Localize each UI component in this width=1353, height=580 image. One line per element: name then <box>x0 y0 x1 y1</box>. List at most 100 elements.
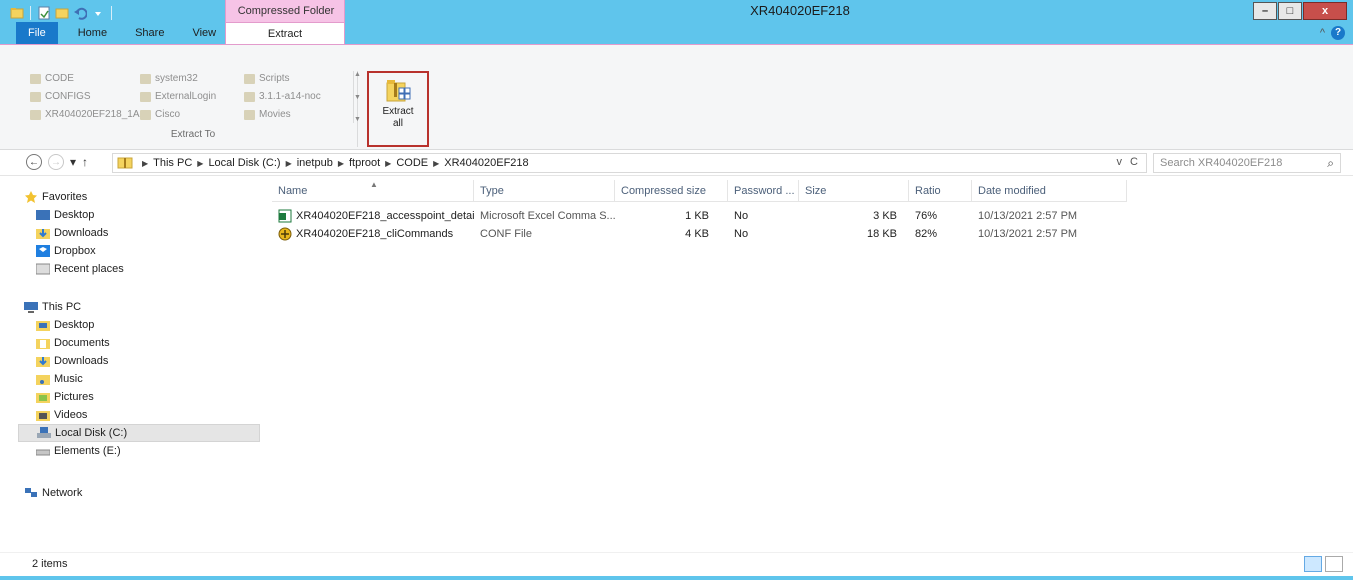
collapse-ribbon-icon[interactable]: ^ <box>1320 27 1325 39</box>
properties-icon[interactable] <box>37 6 51 20</box>
file-ratio: 82% <box>915 228 938 240</box>
file-date-modified: 10/13/2021 2:57 PM <box>978 228 1078 240</box>
minimize-button[interactable]: – <box>1253 2 1277 20</box>
close-button[interactable]: x <box>1303 2 1347 20</box>
column-header-size[interactable]: Size <box>799 180 909 202</box>
extract-folder-movies[interactable]: Movies <box>244 107 348 122</box>
nav-pc-pictures[interactable]: Pictures <box>18 388 260 406</box>
extract-folder-scripts[interactable]: Scripts <box>244 71 348 86</box>
extract-folder-code[interactable]: CODE <box>30 71 140 86</box>
tab-home[interactable]: Home <box>64 22 121 44</box>
address-controls: v C <box>1117 156 1138 168</box>
scroll-up-icon[interactable]: ▲ <box>354 71 361 78</box>
column-header-date-modified[interactable]: Date modified <box>972 180 1127 202</box>
extract-folder-configs[interactable]: CONFIGS <box>30 89 140 104</box>
downloads-icon <box>36 355 50 367</box>
file-name: XR404020EF218_cliCommands <box>296 228 454 240</box>
table-row[interactable]: XR404020EF218_accesspoint_details Micros… <box>272 207 1127 225</box>
folder-icon <box>140 73 151 84</box>
search-icon[interactable]: ⌕ <box>1327 156 1334 171</box>
column-header-compressed-size[interactable]: Compressed size <box>615 180 728 202</box>
tab-file[interactable]: File <box>16 22 58 44</box>
customize-toolbar-icon[interactable] <box>91 6 105 20</box>
recent-locations-icon[interactable]: ▾ <box>70 155 76 169</box>
window-controls: – □ x <box>1253 2 1347 20</box>
back-button[interactable]: ← <box>26 154 42 170</box>
status-bar: 2 items <box>0 552 1353 576</box>
pictures-icon <box>36 391 50 403</box>
folder-location-icon <box>117 155 133 172</box>
nav-fav-recent[interactable]: Recent places <box>18 260 260 278</box>
window-bottom-border <box>0 576 1353 580</box>
breadcrumb-this-pc[interactable]: This PC <box>153 157 192 169</box>
extract-to-group: CODE system32 Scripts CONFIGS ExternalLo… <box>28 71 361 147</box>
ribbon-extract-panel: CODE system32 Scripts CONFIGS ExternalLo… <box>0 44 1353 150</box>
extract-folder-system32[interactable]: system32 <box>140 71 244 86</box>
nav-pc-documents[interactable]: Documents <box>18 334 260 352</box>
file-password: No <box>734 210 749 222</box>
scroll-down-icon[interactable]: ▼ <box>354 94 361 101</box>
nav-fav-dropbox[interactable]: Dropbox <box>18 242 260 260</box>
address-bar[interactable]: ▶ This PC ▶ Local Disk (C:) ▶ inetpub ▶ … <box>112 153 1147 173</box>
large-icons-view-icon[interactable] <box>1325 556 1343 572</box>
file-size: 3 KB <box>873 210 897 222</box>
folder-icon <box>140 109 151 120</box>
breadcrumb-current[interactable]: XR404020EF218 <box>444 157 528 169</box>
refresh-icon[interactable]: C <box>1130 156 1138 168</box>
column-header-ratio[interactable]: Ratio <box>909 180 972 202</box>
undo-icon[interactable] <box>73 6 88 20</box>
recent-places-icon <box>35 263 51 275</box>
nav-pc-music[interactable]: Music <box>18 370 260 388</box>
extract-folder-noc[interactable]: 3.1.1-a14-noc <box>244 89 348 104</box>
folder-icon <box>30 91 41 102</box>
ribbon-tabs: File Home Share View <box>0 22 230 44</box>
tab-share[interactable]: Share <box>121 22 178 44</box>
breadcrumb-code[interactable]: CODE <box>396 157 428 169</box>
tab-extract[interactable]: Extract <box>225 22 345 45</box>
column-header-name[interactable]: Name ▲ <box>272 180 474 202</box>
nav-pc-videos[interactable]: Videos <box>18 406 260 424</box>
nav-pc-downloads[interactable]: Downloads <box>18 352 260 370</box>
extract-folder-cisco[interactable]: Cisco <box>140 107 244 122</box>
extract-all-button[interactable]: Extract all <box>367 71 429 147</box>
title-bar: Compressed Folder Tools XR404020EF218 – … <box>0 0 1353 45</box>
nav-pc-local-disk[interactable]: Local Disk (C:) <box>18 424 260 442</box>
extract-all-label: Extract all <box>382 106 414 129</box>
file-password: No <box>734 228 749 240</box>
nav-fav-desktop[interactable]: Desktop <box>18 206 260 224</box>
nav-this-pc[interactable]: This PC <box>18 298 260 316</box>
address-dropdown-icon[interactable]: v <box>1117 156 1123 168</box>
address-row: ← → ▾ ↑ ▶ This PC ▶ Local Disk (C:) ▶ in… <box>0 150 1353 176</box>
new-folder-icon[interactable] <box>55 6 69 20</box>
dropbox-icon <box>36 245 50 257</box>
music-icon <box>36 373 50 385</box>
maximize-button[interactable]: □ <box>1278 2 1302 20</box>
quick-access-toolbar <box>10 4 114 22</box>
column-header-password[interactable]: Password ... <box>728 180 799 202</box>
nav-fav-downloads[interactable]: Downloads <box>18 224 260 242</box>
folder-icon <box>244 91 255 102</box>
more-icon[interactable]: ▼ <box>354 116 361 123</box>
item-count: 2 items <box>32 558 68 570</box>
extract-folder-externallogin[interactable]: ExternalLogin <box>140 89 244 104</box>
tab-view[interactable]: View <box>178 22 230 44</box>
table-row[interactable]: XR404020EF218_cliCommands CONF File 4 KB… <box>272 225 1127 243</box>
breadcrumb-local-disk[interactable]: Local Disk (C:) <box>208 157 280 169</box>
nav-favorites[interactable]: Favorites <box>18 188 260 206</box>
help-icon[interactable]: ? <box>1331 26 1345 40</box>
nav-pc-elements[interactable]: Elements (E:) <box>18 442 260 460</box>
nav-pc-desktop[interactable]: Desktop <box>18 316 260 334</box>
details-view-icon[interactable] <box>1304 556 1322 572</box>
network-icon <box>24 487 38 499</box>
extract-folder-xr1a[interactable]: XR404020EF218_1A <box>30 107 140 122</box>
file-size: 18 KB <box>867 228 897 240</box>
search-input[interactable]: Search XR404020EF218 ⌕ <box>1153 153 1341 173</box>
up-button[interactable]: ↑ <box>82 155 88 169</box>
column-header-type[interactable]: Type <box>474 180 615 202</box>
forward-button[interactable]: → <box>48 154 64 170</box>
breadcrumb-ftproot[interactable]: ftproot <box>349 157 380 169</box>
file-type: CONF File <box>480 228 532 240</box>
nav-network[interactable]: Network <box>18 484 260 502</box>
breadcrumb-inetpub[interactable]: inetpub <box>297 157 333 169</box>
gallery-scroller[interactable]: ▲ ▼ ▼ <box>353 71 361 123</box>
